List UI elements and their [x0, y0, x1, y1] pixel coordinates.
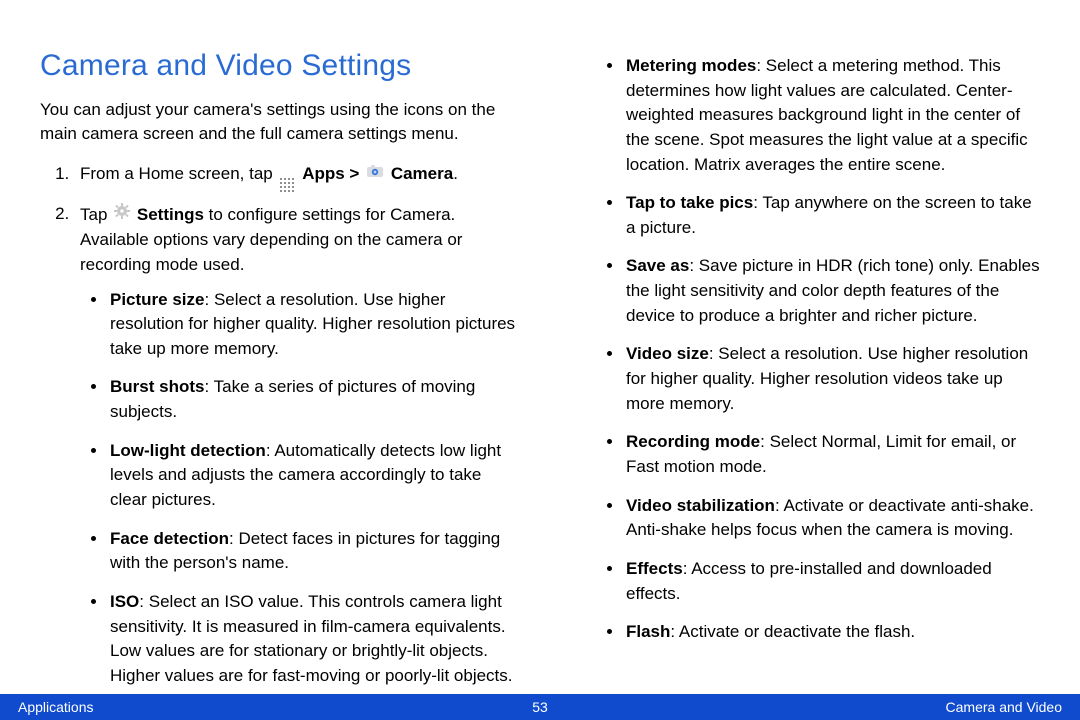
- bullet-label: Recording mode: [626, 432, 760, 451]
- step-2-prefix: Tap: [80, 204, 112, 223]
- list-item: Recording mode: Select Normal, Limit for…: [624, 430, 1040, 479]
- apps-grid-icon: [280, 178, 294, 192]
- step-1: From a Home screen, tap Apps >: [74, 161, 518, 192]
- manual-page: Camera and Video Settings You can adjust…: [0, 0, 1080, 720]
- list-item: Save as: Save picture in HDR (rich tone)…: [624, 254, 1040, 328]
- bullet-text: : Activate or deactivate the flash.: [670, 622, 915, 641]
- bullet-label: Video stabilization: [626, 496, 775, 515]
- apps-label: Apps >: [302, 164, 364, 183]
- content-area: Camera and Video Settings You can adjust…: [0, 0, 1080, 676]
- page-title: Camera and Video Settings: [40, 44, 518, 88]
- bullet-text: : Select an ISO value. This controls cam…: [110, 592, 513, 685]
- list-item: Video size: Select a resolution. Use hig…: [624, 342, 1040, 416]
- bullet-label: ISO: [110, 592, 139, 611]
- bullet-label: Face detection: [110, 529, 229, 548]
- list-item: Flash: Activate or deactivate the flash.: [624, 620, 1040, 645]
- intro-paragraph: You can adjust your camera's settings us…: [40, 98, 518, 147]
- left-column: Camera and Video Settings You can adjust…: [40, 44, 518, 676]
- settings-label: Settings: [137, 204, 204, 223]
- page-footer: Applications 53 Camera and Video: [0, 694, 1080, 720]
- bullet-label: Video size: [626, 344, 709, 363]
- list-item: Effects: Access to pre-installed and dow…: [624, 557, 1040, 606]
- bullet-label: Flash: [626, 622, 670, 641]
- list-item: Face detection: Detect faces in pictures…: [108, 527, 518, 576]
- bullet-label: Burst shots: [110, 377, 204, 396]
- bullet-label: Effects: [626, 559, 683, 578]
- gear-icon: [114, 202, 130, 227]
- list-item: Video stabilization: Activate or deactiv…: [624, 494, 1040, 543]
- list-item: Tap to take pics: Tap anywhere on the sc…: [624, 191, 1040, 240]
- bullet-label: Save as: [626, 256, 689, 275]
- camera-icon: [366, 161, 384, 186]
- step-1-suffix: .: [453, 164, 458, 183]
- list-item: Metering modes: Select a metering method…: [624, 54, 1040, 177]
- bullet-label: Tap to take pics: [626, 193, 753, 212]
- footer-left: Applications: [18, 699, 94, 715]
- steps-list: From a Home screen, tap Apps >: [40, 161, 518, 689]
- camera-label: Camera: [391, 164, 453, 183]
- list-item: Burst shots: Take a series of pictures o…: [108, 375, 518, 424]
- bullet-label: Picture size: [110, 290, 205, 309]
- list-item: ISO: Select an ISO value. This controls …: [108, 590, 518, 689]
- footer-page-number: 53: [532, 699, 548, 715]
- right-bullets: Metering modes: Select a metering method…: [562, 54, 1040, 645]
- bullet-text: : Save picture in HDR (rich tone) only. …: [626, 256, 1040, 324]
- left-bullets: Picture size: Select a resolution. Use h…: [80, 288, 518, 689]
- footer-right: Camera and Video: [946, 699, 1062, 715]
- right-column: Metering modes: Select a metering method…: [562, 44, 1040, 676]
- bullet-label: Metering modes: [626, 56, 756, 75]
- step-1-prefix: From a Home screen, tap: [80, 164, 277, 183]
- list-item: Picture size: Select a resolution. Use h…: [108, 288, 518, 362]
- list-item: Low-light detection: Automatically detec…: [108, 439, 518, 513]
- step-2: Tap: [74, 202, 518, 689]
- bullet-label: Low-light detection: [110, 441, 266, 460]
